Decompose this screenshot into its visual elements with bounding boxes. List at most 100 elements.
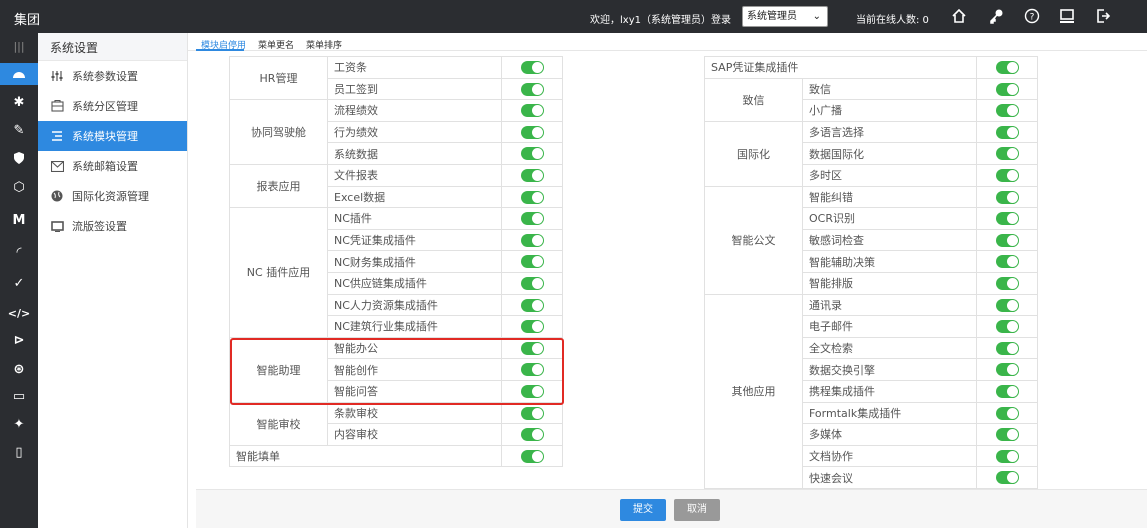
module-toggle-switch[interactable] [520,61,544,75]
module-toggle-switch[interactable] [995,212,1019,226]
sidebar-item-i18n-resources[interactable]: 国际化资源管理 [38,181,187,211]
table-row: HR管理 工资条 [229,55,563,101]
module-name: 员工签到 [327,77,502,101]
module-toggle-switch[interactable] [995,449,1019,463]
module-toggle-switch[interactable] [520,276,544,290]
toggle-cell [976,77,1038,101]
m-icon[interactable]: M [0,209,38,231]
module-toggle-switch[interactable] [995,82,1019,96]
table-row: 智能填单 [229,444,563,468]
toggle-cell [976,185,1038,209]
module-name: 条款审校 [327,401,502,425]
toggle-cell [976,444,1038,468]
module-toggle-switch[interactable] [995,363,1019,377]
module-toggle-switch[interactable] [995,190,1019,204]
module-name: 智能排版 [802,271,977,295]
pen-icon[interactable]: ✎ [0,119,38,141]
module-toggle-switch[interactable] [520,147,544,161]
module-toggle-switch[interactable] [995,276,1019,290]
role-select[interactable]: 系统管理员 ⌄ [742,6,828,27]
toggle-cell [501,228,563,252]
module-toggle-switch[interactable] [520,233,544,247]
module-toggle-switch[interactable] [995,233,1019,247]
module-toggle-switch[interactable] [520,212,544,226]
speed-icon[interactable]: ◜ [0,241,38,263]
module-name: 数据交换引擎 [802,358,977,381]
module-toggle-switch[interactable] [995,384,1019,398]
module-toggle-switch[interactable] [995,471,1019,485]
module-toggle-switch[interactable] [520,406,544,420]
module-group-label: 智能审校 [229,401,328,446]
sidebar-item-label: 系统邮箱设置 [72,160,138,173]
toggle-cell [501,99,563,122]
toggle-cell [501,379,563,403]
document-icon[interactable]: ▯ [0,441,38,463]
sidebar-item-partition[interactable]: 系统分区管理 [38,91,187,121]
key-icon[interactable] [983,5,1009,27]
toggle-cell [501,293,563,317]
module-toggle-switch[interactable] [520,428,544,442]
module-toggle-switch[interactable] [520,449,544,463]
module-toggle-switch[interactable] [520,125,544,139]
module-toggle-switch[interactable] [520,104,544,118]
module-toggle-switch[interactable] [520,298,544,312]
logout-icon[interactable] [1090,5,1116,27]
network-icon[interactable]: ⊛ [0,358,38,380]
module-name: OCR识别 [802,207,977,230]
dashboard-icon[interactable] [0,63,38,85]
sidebar-item-system-params[interactable]: 系统参数设置 [38,61,187,91]
module-toggle-switch[interactable] [520,363,544,377]
module-table-scroll[interactable]: HR管理 工资条 员工签到 协同驾驶舱 流程绩效 行为绩效 系统数据 报表应用 文件报表 Exce… [196,51,1147,522]
module-toggle-switch[interactable] [520,255,544,269]
module-name: 智能问答 [327,379,502,403]
module-toggle-switch[interactable] [520,320,544,334]
module-toggle-switch[interactable] [995,147,1019,161]
tab-menu-sort[interactable]: 菜单排序 [306,38,342,51]
module-toggle-switch[interactable] [520,82,544,96]
module-toggle-switch[interactable] [520,190,544,204]
table-row: 协同驾驶舱 流程绩效 [229,99,563,165]
sidebar-item-mailbox[interactable]: 系统邮箱设置 [38,151,187,181]
home-icon[interactable] [946,5,972,27]
monitor-icon[interactable] [1054,5,1080,27]
mail-icon [50,159,64,173]
module-toggle-switch[interactable] [995,298,1019,312]
module-name: 通讯录 [802,293,977,317]
lightbulb-icon[interactable]: ✦ [0,413,38,435]
module-toggle-switch[interactable] [995,125,1019,139]
tab-menu-rename[interactable]: 菜单更名 [258,38,294,51]
toggle-cell [976,293,1038,317]
module-toggle-switch[interactable] [995,104,1019,118]
cancel-button[interactable]: 取消 [674,499,720,521]
module-name: 智能创作 [327,358,502,381]
help-icon[interactable]: ? [1019,5,1045,27]
table-row: SAP凭证集成插件 [704,56,1038,79]
module-toggle-switch[interactable] [520,169,544,183]
cube-icon[interactable]: ⬡ [0,176,38,198]
code-icon[interactable]: </> [0,302,38,324]
plugin-icon[interactable]: ⊳ [0,329,38,351]
table-row: 致信 致信 [704,77,1038,122]
toggle-cell [501,444,563,468]
toggle-cell [976,358,1038,381]
module-toggle-switch[interactable] [520,341,544,355]
module-toggle-switch[interactable] [995,61,1019,75]
module-name: 系统数据 [327,142,502,165]
sidebar-item-module-management[interactable]: 系统模块管理 [38,121,187,151]
module-toggle-switch[interactable] [995,255,1019,269]
toggle-cell [976,250,1038,273]
module-toggle-switch[interactable] [995,169,1019,183]
menu-toggle-icon[interactable]: ||| [0,35,38,57]
toggle-cell [976,120,1038,144]
module-toggle-switch[interactable] [520,384,544,398]
module-toggle-switch[interactable] [995,320,1019,334]
check-icon[interactable]: ✓ [0,272,38,294]
module-toggle-switch[interactable] [995,341,1019,355]
gear-icon[interactable]: ✱ [0,91,38,113]
submit-button[interactable]: 提交 [620,499,666,521]
module-toggle-switch[interactable] [995,406,1019,420]
shield-icon[interactable] [0,147,38,169]
computer-icon[interactable]: ▭ [0,385,38,407]
module-toggle-switch[interactable] [995,428,1019,442]
sidebar-item-layout-sign[interactable]: 流版签设置 [38,211,187,241]
